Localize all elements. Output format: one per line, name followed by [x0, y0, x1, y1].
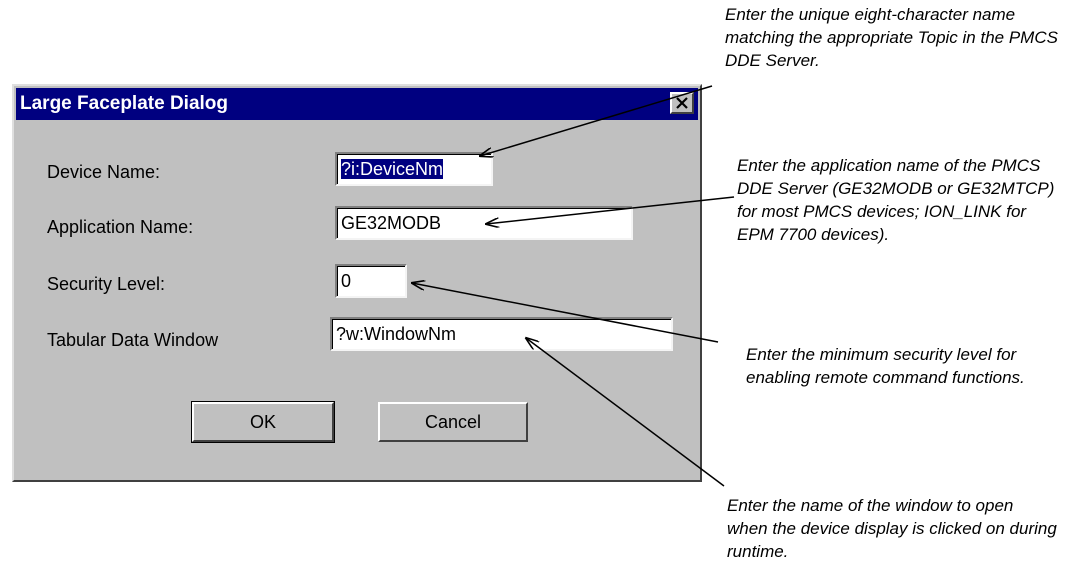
arrow-icon — [480, 85, 713, 156]
arrow-icon — [486, 196, 735, 224]
arrow-icon — [412, 283, 719, 343]
annotation-arrows — [0, 85, 735, 487]
arrow-icon — [526, 338, 725, 487]
